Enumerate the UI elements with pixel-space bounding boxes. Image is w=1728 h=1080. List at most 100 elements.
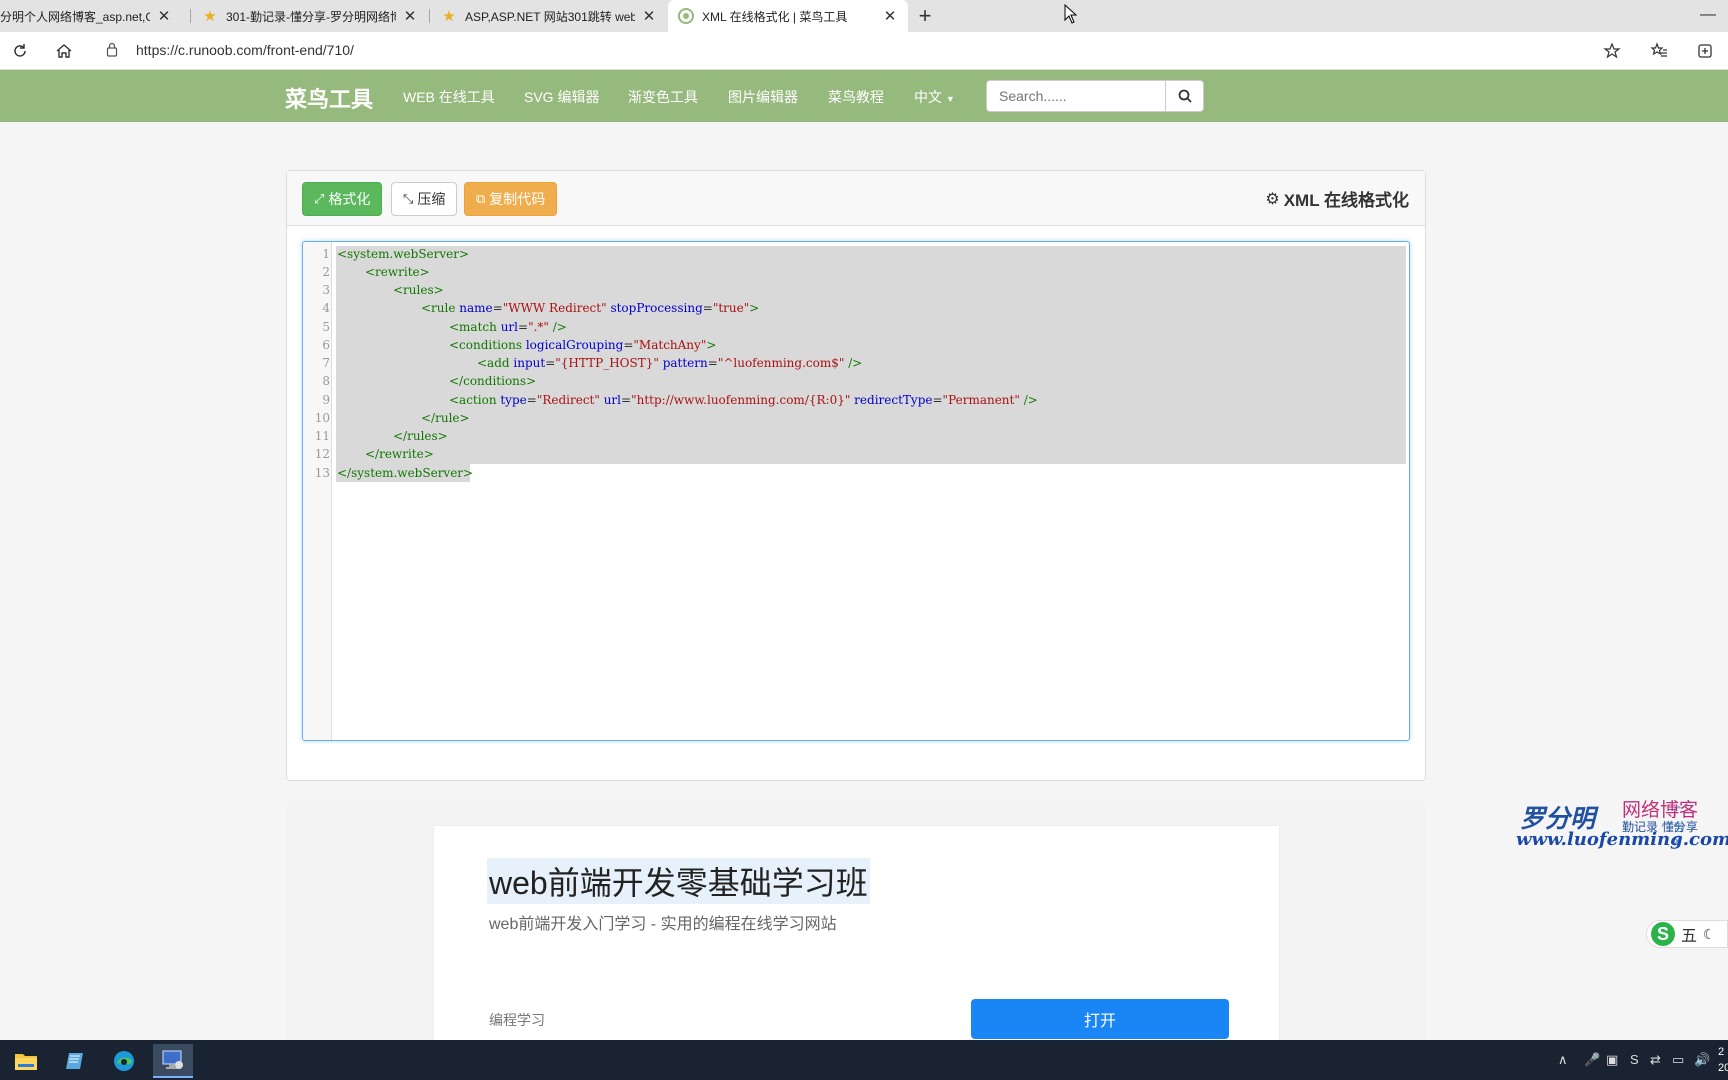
ad-title[interactable]: web前端开发零基础学习班 <box>487 858 870 904</box>
ad-footer: 编程学习 <box>489 1012 545 1028</box>
add-favorite-button[interactable] <box>1601 40 1623 62</box>
code-line: </rules> <box>393 429 448 443</box>
tab-asp-redirect[interactable]: ★ ASP,ASP.NET 网站301跳转 web.c ✕ <box>431 0 667 32</box>
code-line: <system.webServer> <box>337 247 470 261</box>
format-button[interactable]: ⤢ 格式化 <box>302 182 383 216</box>
security-icon[interactable]: ▣ <box>1606 1052 1618 1068</box>
favorites-button[interactable] <box>1648 40 1670 62</box>
code-editor[interactable]: 1 2 3 4 5 6 7 8 9 10 11 12 13 <system.we… <box>302 241 1410 741</box>
clock-time: 2 <box>1718 1046 1725 1058</box>
nav-runoob-tutorial[interactable]: 菜鸟教程 <box>828 87 884 107</box>
line-number: 13 <box>314 466 330 480</box>
star-icon: ★ <box>442 8 456 25</box>
language-label: 中文 <box>914 89 942 105</box>
text-selection <box>336 246 1406 464</box>
close-icon[interactable]: ✕ <box>641 7 657 25</box>
sogou-icon: S <box>1651 922 1675 946</box>
favorites-icon <box>1650 42 1667 57</box>
code-line: <rules> <box>393 283 444 297</box>
code-line: <match url=".*" /> <box>449 320 567 334</box>
remote-desktop-icon[interactable] <box>153 1044 193 1078</box>
collections-icon <box>1698 44 1712 58</box>
tab-title: ASP,ASP.NET 网站301跳转 web.c <box>465 9 635 24</box>
line-number: 10 <box>314 411 330 425</box>
notepad-icon[interactable] <box>55 1044 95 1078</box>
line-number: 1 <box>322 247 330 261</box>
line-number: 5 <box>322 320 330 334</box>
code-line: <add input="{HTTP_HOST}" pattern="^luofe… <box>477 356 863 370</box>
watermark-logo: 罗分明 网络博客 勤记录 懂分享 www.luofenming.com <box>1516 795 1728 855</box>
compress-button[interactable]: ⤡ 压缩 <box>391 182 458 216</box>
close-icon[interactable]: ✕ <box>402 7 418 25</box>
system-clock[interactable]: 2 202 <box>1718 1044 1728 1076</box>
format-label: 格式化 <box>328 191 371 207</box>
sogou-tray-icon[interactable]: S <box>1630 1052 1639 1067</box>
minimize-button[interactable]: — <box>1700 6 1716 24</box>
code-line: </rule> <box>421 411 470 425</box>
caret-down-icon: ▼ <box>945 94 955 104</box>
lock-icon[interactable] <box>106 42 118 62</box>
tab-blog-home[interactable]: 分明个人网络博客_asp.net,C#, ✕ <box>0 0 182 32</box>
refresh-button[interactable] <box>9 40 31 62</box>
star-icon: ★ <box>203 8 217 25</box>
collections-button[interactable] <box>1694 40 1716 62</box>
mouse-cursor-icon <box>1064 3 1078 29</box>
nav-language[interactable]: 中文 ▼ <box>914 87 955 107</box>
search-input[interactable] <box>986 80 1166 112</box>
site-brand[interactable]: 菜鸟工具 <box>285 82 373 114</box>
line-number: 9 <box>322 393 330 407</box>
ime-toolbar[interactable]: S 五 ☾ <box>1646 920 1728 948</box>
new-tab-button[interactable]: + <box>913 4 937 28</box>
close-icon[interactable]: ✕ <box>156 7 172 25</box>
ime-mode[interactable]: 五 <box>1681 922 1697 946</box>
panel-title: ⚙ XML 在线格式化 <box>1265 186 1409 211</box>
nav-svg-editor[interactable]: SVG 编辑器 <box>524 87 599 107</box>
search-icon <box>1178 89 1192 103</box>
close-icon[interactable]: ✕ <box>882 7 898 25</box>
line-number: 8 <box>322 374 330 388</box>
tab-strip: 分明个人网络博客_asp.net,C#, ✕ ★ 301-勤记录-懂分享-罗分明… <box>0 0 1728 32</box>
copy-icon: ⧉ <box>476 191 486 206</box>
copy-code-button[interactable]: ⧉ 复制代码 <box>464 182 558 216</box>
line-number: 6 <box>322 338 330 352</box>
compress-icon: ⤡ <box>403 191 414 206</box>
panel-title-text: XML 在线格式化 <box>1283 191 1409 210</box>
nav-gradient-tool[interactable]: 渐变色工具 <box>628 87 698 107</box>
copy-label: 复制代码 <box>489 191 546 207</box>
line-number: 4 <box>322 301 330 315</box>
compress-label: 压缩 <box>417 191 446 207</box>
expand-icon: ⤢ <box>314 191 325 206</box>
ad-card[interactable]: web前端开发零基础学习班 web前端开发入门学习 - 实用的编程在线学习网站 … <box>433 825 1280 1065</box>
show-hidden-icons[interactable]: ∧ <box>1558 1052 1568 1068</box>
nav-image-editor[interactable]: 图片编辑器 <box>728 87 798 107</box>
search-button[interactable] <box>1166 80 1204 112</box>
moon-icon[interactable]: ☾ <box>1703 926 1716 943</box>
gears-icon: ⚙ <box>1265 190 1280 208</box>
panel-toolbar: ⤢ 格式化 ⤡ 压缩 ⧉ 复制代码 ⚙ XML 在线格式化 <box>287 171 1425 226</box>
address-toolbar: https://c.runoob.com/front-end/710/ <box>0 32 1728 70</box>
taskbar: ∧ 🎤 ▣ S ⇄ ▭ 🔊 2 202 <box>0 1040 1728 1080</box>
line-number-gutter: 1 2 3 4 5 6 7 8 9 10 11 12 13 <box>303 242 332 740</box>
file-explorer-icon[interactable] <box>6 1044 46 1078</box>
code-line: <action type="Redirect" url="http://www.… <box>449 393 1038 407</box>
edge-browser-icon[interactable] <box>104 1044 144 1078</box>
url-field[interactable]: https://c.runoob.com/front-end/710/ <box>136 42 354 58</box>
volume-icon[interactable]: 🔊 <box>1694 1052 1710 1068</box>
line-number: 12 <box>314 447 330 461</box>
home-icon <box>56 44 72 58</box>
clock-date: 202 <box>1718 1062 1728 1074</box>
nav-web-tools[interactable]: WEB 在线工具 <box>403 87 495 107</box>
tab-xml-formatter[interactable]: XML 在线格式化 | 菜鸟工具 ✕ <box>668 0 908 32</box>
line-number: 11 <box>314 429 330 443</box>
code-line: </rewrite> <box>365 447 434 461</box>
ad-open-button[interactable]: 打开 <box>971 999 1229 1039</box>
tab-301-article[interactable]: ★ 301-勤记录-懂分享-罗分明网络博 ✕ <box>192 0 428 32</box>
network-icon[interactable]: ▭ <box>1672 1052 1684 1068</box>
tab-title: XML 在线格式化 | 菜鸟工具 <box>702 9 848 24</box>
code-line: <rule name="WWW Redirect" stopProcessing… <box>421 301 760 315</box>
teamviewer-icon[interactable]: ⇄ <box>1650 1052 1661 1068</box>
line-number: 2 <box>322 265 330 279</box>
home-button[interactable] <box>53 40 75 62</box>
line-number: 7 <box>322 356 330 370</box>
microphone-icon[interactable]: 🎤 <box>1584 1052 1600 1068</box>
